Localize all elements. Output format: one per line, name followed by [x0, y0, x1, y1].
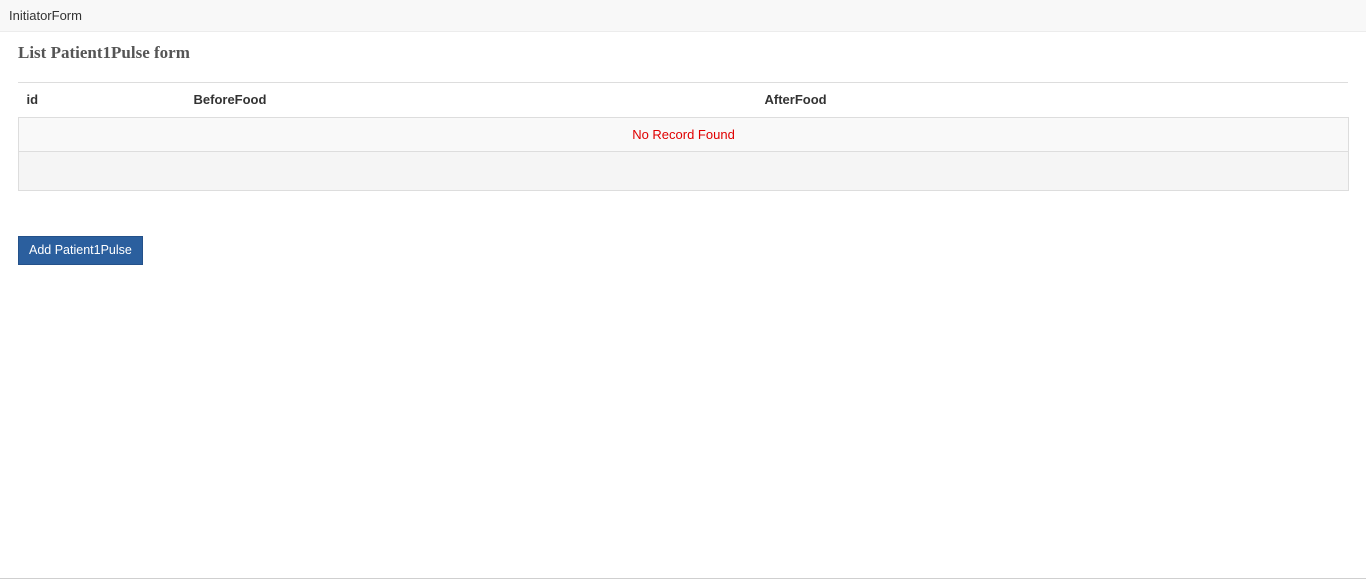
table-header-row: id BeforeFood AfterFood [18, 83, 1349, 118]
column-header-id: id [18, 83, 186, 118]
column-header-afterfood: AfterFood [756, 83, 1349, 118]
empty-table-row: No Record Found [18, 116, 1349, 152]
column-header-beforefood: BeforeFood [185, 83, 757, 118]
no-record-message: No Record Found [18, 116, 1349, 152]
page-title: List Patient1Pulse form [18, 43, 190, 62]
table-footer-cell [18, 150, 1349, 191]
add-patient1pulse-button[interactable]: Add Patient1Pulse [18, 235, 143, 265]
table-footer-row [18, 150, 1349, 191]
navbar-brand[interactable]: InitiatorForm [9, 8, 82, 23]
records-table: id BeforeFood AfterFood No Record Found [18, 83, 1349, 191]
main-content: List Patient1Pulse form id BeforeFood Af… [0, 42, 1366, 265]
navbar: InitiatorForm [0, 0, 1366, 32]
page: InitiatorForm List Patient1Pulse form id… [0, 0, 1366, 579]
